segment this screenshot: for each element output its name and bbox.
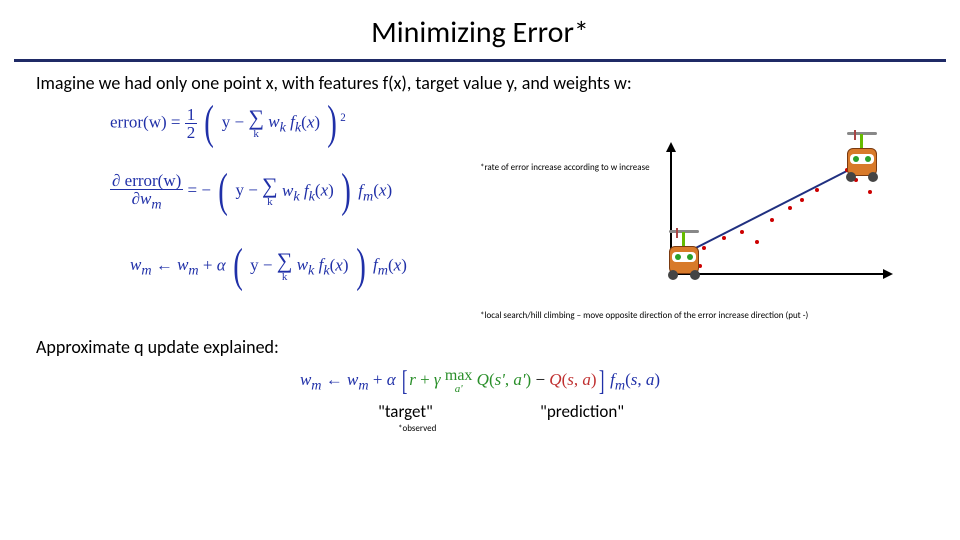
eq-sum-1: ∑k bbox=[248, 107, 264, 140]
eq-minus-1: − bbox=[234, 112, 244, 131]
sum-sub-2: k bbox=[267, 197, 273, 208]
eq-wm-lhs: wm bbox=[130, 255, 152, 274]
title-underline bbox=[14, 59, 946, 62]
q-Qsp: Q(s', a') bbox=[477, 370, 532, 389]
eq-fm-1: fm(x) bbox=[358, 181, 392, 200]
deriv-top: ∂ error(w) bbox=[110, 172, 183, 189]
q-equation: wm ← wm + α [r + γ maxa' Q(s', a') − Q(s… bbox=[300, 370, 660, 389]
data-point bbox=[722, 236, 726, 240]
data-point bbox=[740, 230, 744, 234]
q-plus2: + bbox=[420, 370, 430, 389]
eq-wm-rhs: wm bbox=[177, 255, 199, 274]
eq-arrow: ← bbox=[156, 255, 173, 274]
explained-text: Approximate q update explained: bbox=[36, 336, 960, 358]
eq-sq: 2 bbox=[340, 112, 346, 124]
data-point bbox=[868, 190, 872, 194]
q-arrow: ← bbox=[326, 370, 343, 389]
y-axis-arrow-icon bbox=[666, 142, 676, 152]
q-alpha: α bbox=[387, 370, 396, 389]
scatter-diagram bbox=[640, 148, 900, 308]
eq-neg: − bbox=[201, 181, 211, 200]
q-minus: − bbox=[535, 370, 545, 389]
eq-eqsign-2: = bbox=[188, 181, 198, 200]
frac-top: 1 bbox=[185, 106, 198, 123]
eq-derivative: ∂ error(w) ∂wm = − ( y − ∑k wk fk(x) ) f… bbox=[110, 172, 392, 212]
data-point bbox=[755, 240, 759, 244]
eq-error-half: 1 2 bbox=[185, 106, 198, 141]
label-target: "target" bbox=[378, 401, 433, 422]
deriv-bot: ∂wm bbox=[130, 190, 164, 212]
eq-plus: + bbox=[203, 255, 213, 274]
q-Qsa: Q(s, a) bbox=[549, 370, 596, 389]
eq-y-2: y bbox=[235, 181, 244, 200]
slide-title: Minimizing Error* bbox=[0, 0, 960, 59]
q-wm-r: wm bbox=[347, 370, 369, 389]
q-max: maxa' bbox=[445, 368, 473, 395]
data-point bbox=[770, 218, 774, 222]
eq-update: wm ← wm + α ( y − ∑k wk fk(x) ) fm(x) bbox=[130, 250, 407, 283]
eq-error: error(w) = 1 2 ( y − ∑k wk fk(x) )2 bbox=[110, 106, 346, 141]
sum-sub-3: k bbox=[282, 272, 288, 283]
frac-bot: 2 bbox=[185, 124, 198, 141]
eq-wk-fk-3: wk fk(x) bbox=[297, 255, 349, 274]
eq-minus-3: − bbox=[263, 255, 273, 274]
eq-minus-2: − bbox=[248, 181, 258, 200]
eq-alpha: α bbox=[217, 255, 226, 274]
label-prediction: "prediction" bbox=[540, 401, 624, 422]
eq-y-1: y bbox=[222, 112, 231, 131]
data-point bbox=[815, 188, 819, 192]
q-wm-l: wm bbox=[300, 370, 322, 389]
data-point bbox=[800, 198, 804, 202]
note-rate: *rate of error increase according to w i… bbox=[480, 162, 650, 173]
eq-sum-3: ∑k bbox=[277, 250, 293, 283]
eq-sum-2: ∑k bbox=[262, 175, 278, 208]
eq-y-3: y bbox=[250, 255, 259, 274]
note-local: *local search/hill climbing – move oppos… bbox=[480, 310, 808, 321]
q-r: r bbox=[409, 370, 416, 389]
x-axis-arrow-icon bbox=[883, 269, 893, 279]
q-plus: + bbox=[373, 370, 383, 389]
intro-text: Imagine we had only one point x, with fe… bbox=[36, 72, 960, 94]
robot-icon bbox=[662, 228, 706, 278]
eq-deriv-frac: ∂ error(w) ∂wm bbox=[110, 172, 183, 212]
sum-sub-1: k bbox=[253, 129, 259, 140]
eq-wk-fk-2: wk fk(x) bbox=[282, 181, 334, 200]
robot-icon bbox=[840, 130, 884, 180]
label-observed: *observed bbox=[398, 423, 436, 434]
q-gamma: γ bbox=[434, 370, 441, 389]
eq-error-lhs: error(w) bbox=[110, 112, 167, 131]
q-fmsa: fm(s, a) bbox=[610, 370, 660, 389]
q-max-sub: a' bbox=[455, 384, 463, 395]
q-max-label: max bbox=[445, 368, 473, 384]
eq-eqsign: = bbox=[171, 112, 181, 131]
data-point bbox=[788, 206, 792, 210]
q-equation-row: wm ← wm + α [r + γ maxa' Q(s', a') − Q(s… bbox=[0, 368, 960, 395]
eq-fm-2: fm(x) bbox=[373, 255, 407, 274]
eq-wk-fk-1: wk fk(x) bbox=[268, 112, 320, 131]
